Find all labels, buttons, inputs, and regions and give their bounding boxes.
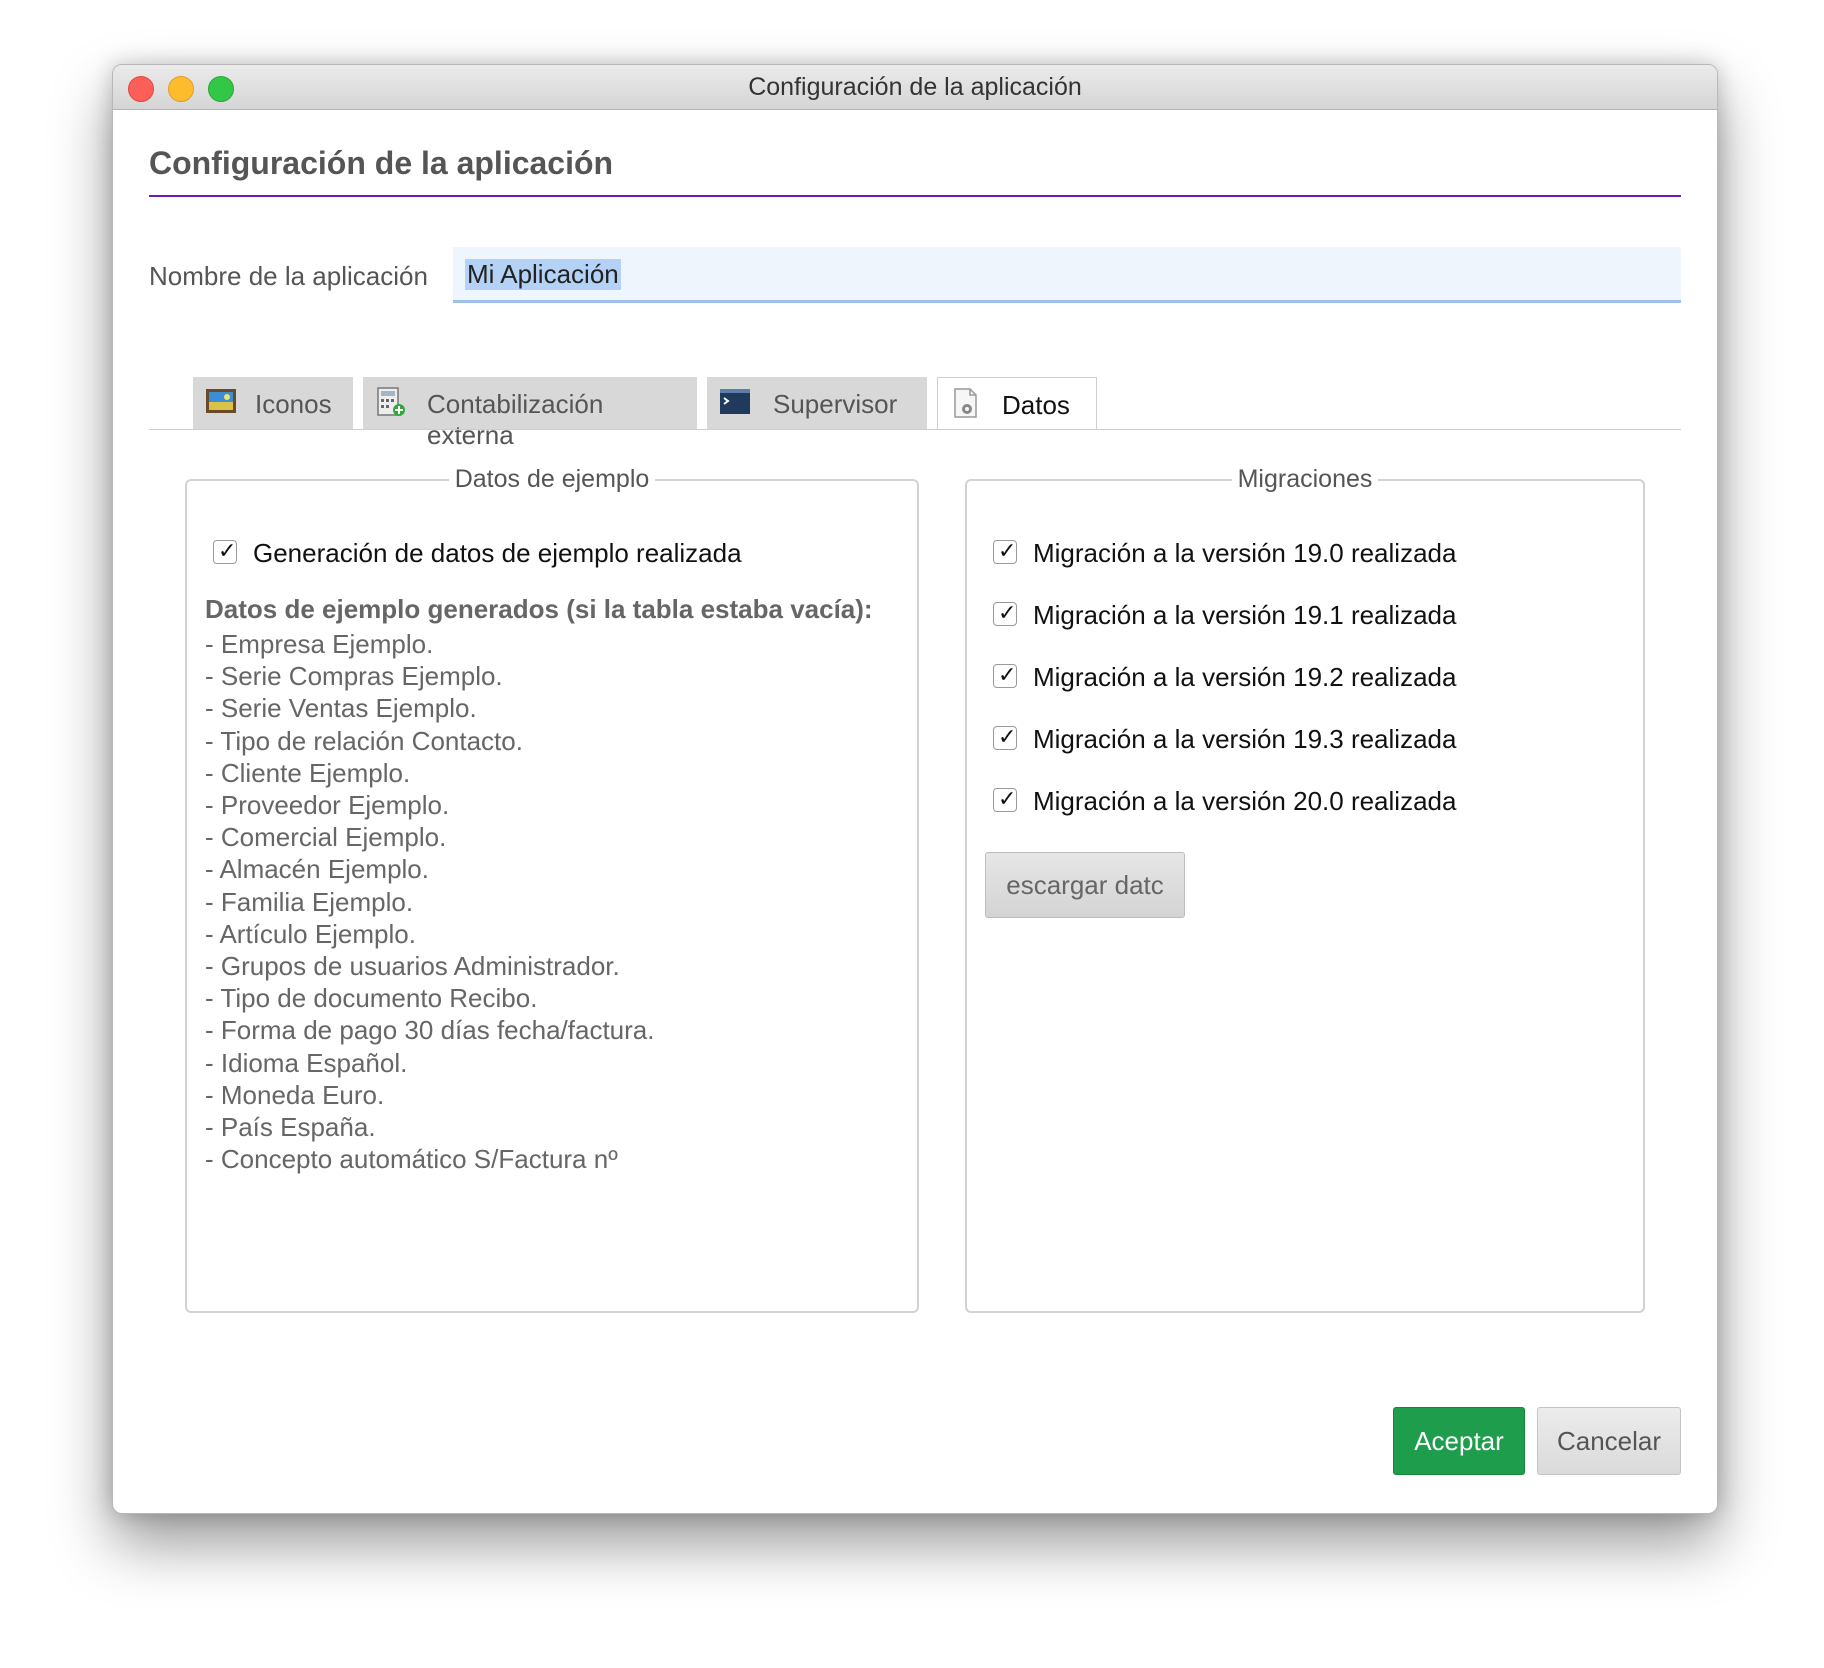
document-gear-icon <box>954 388 977 418</box>
list-item: - Familia Ejemplo. <box>205 886 414 917</box>
title-bar[interactable]: Configuración de la aplicación <box>113 65 1717 110</box>
list-item: - Concepto automático S/Factura nº <box>205 1144 618 1175</box>
tab-contabilizacion-externa[interactable]: Contabilización externa <box>363 377 697 450</box>
list-item: - Almacén Ejemplo. <box>205 854 429 885</box>
list-item: - Tipo de relación Contacto. <box>205 725 523 756</box>
tab-label-supervisor: Supervisor <box>773 389 898 419</box>
list-item: - Empresa Ejemplo. <box>205 629 434 659</box>
check-mark-icon: ✓ <box>998 786 1017 811</box>
list-item: - Artículo Ejemplo. <box>205 918 416 949</box>
tab-iconos[interactable]: Iconos <box>193 377 353 429</box>
migration-label: Migración a la versión 19.0 realizada <box>1033 538 1457 568</box>
migrations-group: Migraciones ✓ Migración a la versión 19.… <box>965 465 1645 1313</box>
migration-19-1-checkbox[interactable]: ✓ <box>993 600 1017 626</box>
migration-19-3-checkbox[interactable]: ✓ <box>993 724 1017 750</box>
migration-label: Migración a la versión 19.2 realizada <box>1033 662 1457 692</box>
migration-20-0-checkbox[interactable]: ✓ <box>993 786 1017 812</box>
check-mark-icon: ✓ <box>998 600 1017 625</box>
check-mark-icon: ✓ <box>218 538 237 563</box>
check-mark-icon: ✓ <box>998 724 1017 749</box>
list-item: - Serie Compras Ejemplo. <box>205 661 503 692</box>
app-name-label: Nombre de la aplicación <box>149 261 428 291</box>
window-title: Configuración de la aplicación <box>748 73 1082 101</box>
tab-label-contabilizacion-externa: Contabilización externa <box>427 389 604 450</box>
list-item: - Forma de pago 30 días fecha/factura. <box>205 1015 655 1046</box>
app-config-window: Configuración de la aplicación Configura… <box>112 64 1718 1514</box>
tab-bar-baseline <box>149 429 1681 430</box>
list-item: - Comercial Ejemplo. <box>205 822 447 853</box>
tab-datos[interactable]: Datos <box>937 377 1097 430</box>
tab-label-iconos: Iconos <box>255 389 332 419</box>
list-item: - País España. <box>205 1112 376 1143</box>
list-item: - Grupos de usuarios Administrador. <box>205 951 620 982</box>
accept-button[interactable]: Aceptar <box>1393 1407 1525 1475</box>
tab-supervisor[interactable]: Supervisor <box>707 377 927 429</box>
list-item: - Moneda Euro. <box>205 1079 385 1110</box>
terminal-icon <box>720 389 750 414</box>
sample-data-list-title: Datos de ejemplo generados (si la tabla … <box>205 594 873 624</box>
sample-data-checkbox-label: Generación de datos de ejemplo realizada <box>253 538 742 568</box>
title-divider <box>149 195 1681 197</box>
migration-19-0-checkbox[interactable]: ✓ <box>993 538 1017 564</box>
image-icon <box>206 389 236 413</box>
migration-label: Migración a la versión 19.3 realizada <box>1033 724 1457 754</box>
download-data-button[interactable]: escargar datc <box>985 852 1185 918</box>
migrations-legend: Migraciones <box>1237 465 1373 493</box>
sample-data-checkbox[interactable]: ✓ <box>213 538 237 564</box>
tab-label-datos: Datos <box>1002 390 1070 420</box>
sample-data-group: Datos de ejemplo ✓ Generación de datos d… <box>185 465 919 1313</box>
check-mark-icon: ✓ <box>998 662 1017 687</box>
migration-label: Migración a la versión 19.1 realizada <box>1033 600 1457 630</box>
list-item: - Cliente Ejemplo. <box>205 757 411 788</box>
migration-19-2-checkbox[interactable]: ✓ <box>993 662 1017 688</box>
page-title: Configuración de la aplicación <box>149 145 614 181</box>
list-item: - Proveedor Ejemplo. <box>205 790 450 821</box>
list-item: - Tipo de documento Recibo. <box>205 983 538 1014</box>
list-item: - Serie Ventas Ejemplo. <box>205 693 477 724</box>
sample-data-legend: Datos de ejemplo <box>454 465 650 493</box>
app-name-value: Mi Aplicación <box>465 259 621 290</box>
migration-label: Migración a la versión 20.0 realizada <box>1033 786 1457 816</box>
list-item: - Idioma Español. <box>205 1047 408 1078</box>
check-mark-icon: ✓ <box>998 538 1017 563</box>
cancel-button[interactable]: Cancelar <box>1537 1407 1681 1475</box>
calculator-icon <box>377 387 405 416</box>
sample-data-list: - Empresa Ejemplo. - Serie Compras Ejemp… <box>205 628 654 1175</box>
app-name-input[interactable]: Mi Aplicación <box>453 247 1681 303</box>
